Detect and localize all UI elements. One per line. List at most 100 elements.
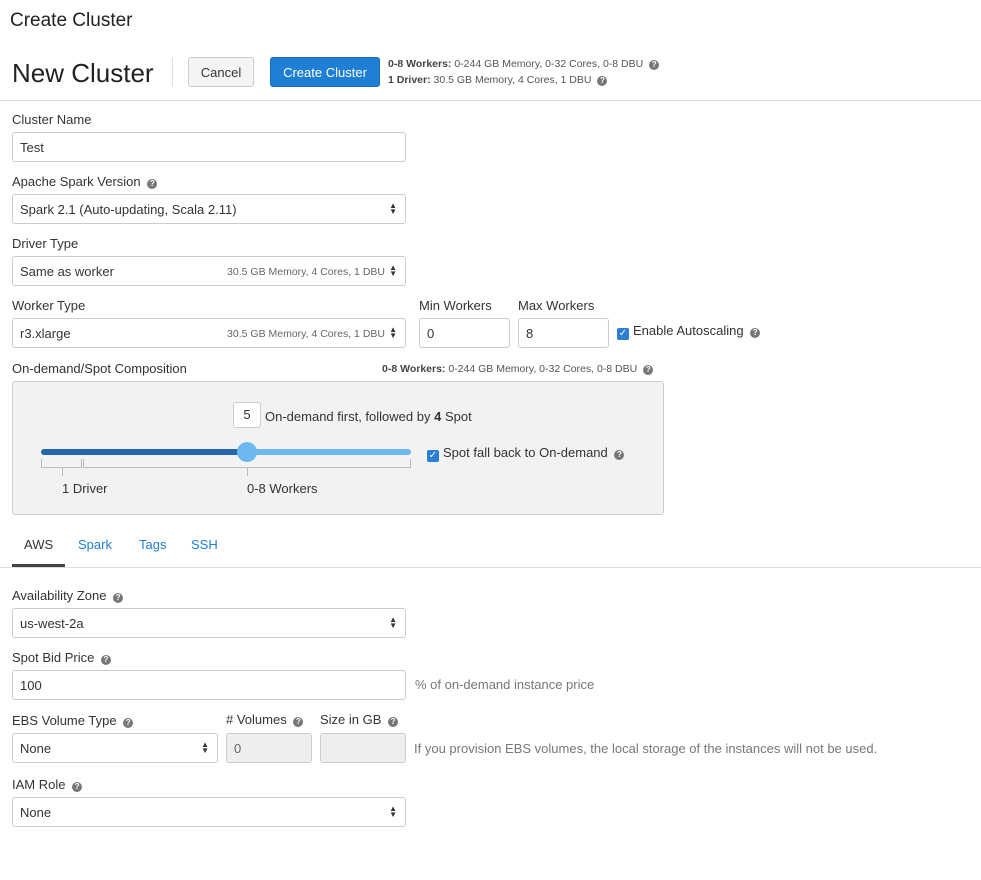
ondemand-count: 5 xyxy=(233,402,261,428)
driver-summary-value: 30.5 GB Memory, 4 Cores, 1 DBU xyxy=(433,74,592,86)
workers-tick xyxy=(247,468,248,476)
spot-count: 4 xyxy=(434,409,442,424)
spot-text-suffix: Spot xyxy=(444,409,472,424)
help-icon[interactable]: ? xyxy=(147,179,158,189)
spot-bid-price-label: Spot Bid Price ? xyxy=(12,650,111,665)
select-arrow-icon: ▲ ▼ xyxy=(389,615,397,630)
volumes-input[interactable]: 0 xyxy=(226,733,312,763)
ebs-volume-type-select[interactable]: None ▲ ▼ xyxy=(12,733,218,763)
worker-type-select[interactable]: r3.xlarge 30.5 GB Memory, 4 Cores, 1 DBU… xyxy=(12,318,406,348)
tab-ssh[interactable]: SSH xyxy=(191,537,218,552)
help-icon[interactable]: ? xyxy=(597,76,608,86)
spot-text-prefix: On-demand first, followed by xyxy=(265,409,431,424)
page-title: Create Cluster xyxy=(10,10,133,31)
cluster-header: New Cluster Cancel Create Cluster 0-8 Wo… xyxy=(0,50,981,101)
spot-fallback-toggle[interactable]: ✓ Spot fall back to On-demand ? xyxy=(427,445,625,462)
ebs-volume-type-label: EBS Volume Type ? xyxy=(12,713,134,728)
help-icon[interactable]: ? xyxy=(293,717,304,727)
select-arrow-icon: ▲ ▼ xyxy=(389,804,397,819)
spark-version-label-text: Apache Spark Version xyxy=(12,174,141,189)
size-in-gb-label: Size in GB ? xyxy=(320,712,399,727)
spot-bid-price-hint: % of on-demand instance price xyxy=(415,677,595,692)
max-workers-label: Max Workers xyxy=(518,298,595,313)
min-workers-label: Min Workers xyxy=(419,298,492,313)
worker-type-value: r3.xlarge xyxy=(20,325,71,341)
help-icon[interactable]: ? xyxy=(113,593,124,603)
config-tabs: AWS Spark Tags SSH xyxy=(0,531,981,568)
iam-role-value: None xyxy=(20,804,52,820)
ebs-volume-type-label-text: EBS Volume Type xyxy=(12,713,117,728)
workers-summary-value: 0-244 GB Memory, 0-32 Cores, 0-8 DBU xyxy=(454,58,644,70)
autoscaling-label: Enable Autoscaling xyxy=(633,323,744,338)
min-workers-input[interactable]: 0 xyxy=(419,318,510,348)
spot-composition-label: On-demand/Spot Composition xyxy=(12,361,187,376)
spot-track xyxy=(247,449,411,455)
cluster-name-input[interactable]: Test xyxy=(12,132,406,162)
ebs-hint: If you provision EBS volumes, the local … xyxy=(414,741,878,756)
driver-type-select[interactable]: Same as worker 30.5 GB Memory, 4 Cores, … xyxy=(12,256,406,286)
spark-version-label: Apache Spark Version ? xyxy=(12,174,158,189)
availability-zone-label: Availability Zone ? xyxy=(12,588,124,603)
tab-aws[interactable]: AWS xyxy=(24,537,53,552)
create-cluster-button[interactable]: Create Cluster xyxy=(270,57,380,87)
driver-summary: 1 Driver: 30.5 GB Memory, 4 Cores, 1 DBU… xyxy=(388,74,608,86)
spot-workers-summary: 0-8 Workers: 0-244 GB Memory, 0-32 Cores… xyxy=(382,363,654,375)
availability-zone-value: us-west-2a xyxy=(20,615,84,631)
select-arrow-icon: ▲ ▼ xyxy=(389,325,397,340)
workers-bracket xyxy=(83,459,411,468)
select-arrow-icon: ▲ ▼ xyxy=(389,263,397,278)
cluster-heading: New Cluster xyxy=(12,58,154,88)
ondemand-track xyxy=(41,449,247,455)
help-icon[interactable]: ? xyxy=(649,60,660,70)
driver-type-label: Driver Type xyxy=(12,236,79,251)
spot-composition-panel: 5 On-demand first, followed by 4 Spot 1 … xyxy=(12,381,664,515)
workers-summary: 0-8 Workers: 0-244 GB Memory, 0-32 Cores… xyxy=(388,58,660,70)
divider xyxy=(172,58,173,86)
worker-type-label: Worker Type xyxy=(12,298,86,313)
availability-zone-select[interactable]: us-west-2a ▲ ▼ xyxy=(12,608,406,638)
spot-bid-price-label-text: Spot Bid Price xyxy=(12,650,95,665)
help-icon[interactable]: ? xyxy=(614,450,625,460)
size-in-gb-input[interactable] xyxy=(320,733,406,763)
autoscaling-checkbox[interactable]: ✓ xyxy=(617,328,629,340)
cluster-name-label: Cluster Name xyxy=(12,112,92,127)
worker-type-meta: 30.5 GB Memory, 4 Cores, 1 DBU xyxy=(227,328,385,340)
help-icon[interactable]: ? xyxy=(72,782,83,792)
cancel-button[interactable]: Cancel xyxy=(188,57,254,87)
spot-bid-price-input[interactable]: 100 xyxy=(12,670,406,700)
size-in-gb-label-text: Size in GB xyxy=(320,712,382,727)
iam-role-label-text: IAM Role xyxy=(12,777,66,792)
select-arrow-icon: ▲ ▼ xyxy=(201,740,209,755)
select-arrow-icon: ▲ ▼ xyxy=(389,201,397,216)
help-icon[interactable]: ? xyxy=(643,365,654,375)
spot-summary-value: 0-244 GB Memory, 0-32 Cores, 0-8 DBU xyxy=(448,363,638,375)
volumes-label-text: # Volumes xyxy=(226,712,287,727)
spot-composition-text: On-demand first, followed by 4 Spot xyxy=(265,409,472,424)
autoscaling-toggle[interactable]: ✓ Enable Autoscaling ? xyxy=(617,323,761,340)
driver-tick xyxy=(62,468,63,476)
driver-type-value: Same as worker xyxy=(20,263,114,279)
spark-version-value: Spark 2.1 (Auto-updating, Scala 2.11) xyxy=(20,201,237,217)
spark-version-select[interactable]: Spark 2.1 (Auto-updating, Scala 2.11) ▲ ▼ xyxy=(12,194,406,224)
tab-tags[interactable]: Tags xyxy=(139,537,166,552)
driver-type-meta: 30.5 GB Memory, 4 Cores, 1 DBU xyxy=(227,266,385,278)
driver-summary-label: 1 Driver: xyxy=(388,74,431,86)
driver-label: 1 Driver xyxy=(62,481,108,496)
workers-label: 0-8 Workers xyxy=(247,481,318,496)
iam-role-label: IAM Role ? xyxy=(12,777,83,792)
active-tab-indicator xyxy=(12,564,65,567)
workers-summary-label: 0-8 Workers: xyxy=(388,58,452,70)
tab-spark[interactable]: Spark xyxy=(78,537,112,552)
iam-role-select[interactable]: None ▲ ▼ xyxy=(12,797,406,827)
ebs-volume-type-value: None xyxy=(20,740,52,756)
driver-bracket xyxy=(41,459,82,468)
spot-fallback-checkbox[interactable]: ✓ xyxy=(427,450,439,462)
max-workers-input[interactable]: 8 xyxy=(518,318,609,348)
availability-zone-label-text: Availability Zone xyxy=(12,588,107,603)
help-icon[interactable]: ? xyxy=(388,717,399,727)
help-icon[interactable]: ? xyxy=(123,718,134,728)
help-icon[interactable]: ? xyxy=(101,655,111,665)
help-icon[interactable]: ? xyxy=(750,328,761,338)
volumes-label: # Volumes ? xyxy=(226,712,304,727)
spot-summary-label: 0-8 Workers: xyxy=(382,363,446,375)
